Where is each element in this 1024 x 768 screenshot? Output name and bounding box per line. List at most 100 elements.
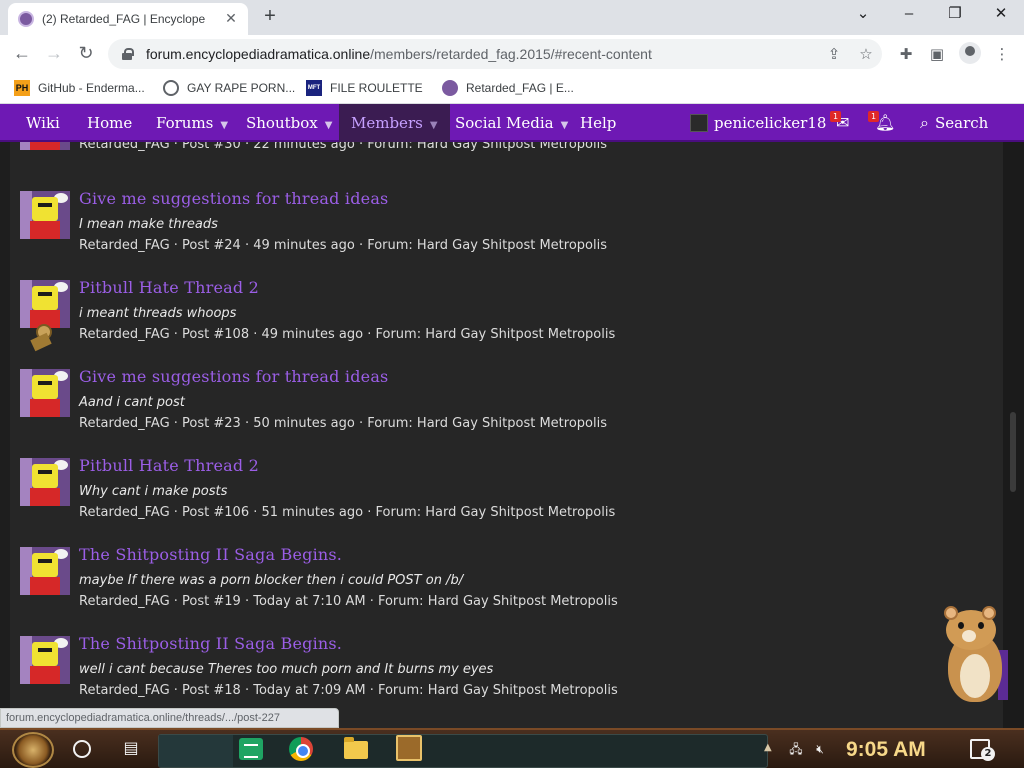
avatar[interactable] xyxy=(20,547,70,595)
windows-taskbar: ▤ ▲ 🖧︎ 🔇︎ 9:05 AM 2 xyxy=(0,728,1024,768)
list-item: The Shitposting II Saga Begins. maybe If… xyxy=(20,545,980,623)
post-meta[interactable]: Retarded_FAG · Post #23 · 50 minutes ago… xyxy=(79,416,607,431)
post-snippet[interactable]: well i cant because Theres too much porn… xyxy=(79,662,493,677)
avatar[interactable] xyxy=(20,369,70,417)
close-tab-icon[interactable]: ✕ xyxy=(222,11,240,27)
inbox-count-badge: 1 xyxy=(830,111,841,122)
post-snippet[interactable]: maybe If there was a porn blocker then i… xyxy=(79,573,463,588)
network-icon[interactable]: 🖧︎ xyxy=(788,742,804,756)
new-tab-button[interactable]: + xyxy=(258,5,282,29)
browser-tab-active[interactable]: (2) Retarded_FAG | Encyclope ✕ xyxy=(8,3,248,35)
nav-forums[interactable]: Forums ▼ xyxy=(156,104,228,142)
game-app-icon[interactable] xyxy=(396,735,422,761)
lock-icon[interactable] xyxy=(122,48,134,60)
post-meta[interactable]: Retarded_FAG · Post #24 · 49 minutes ago… xyxy=(79,238,607,253)
list-item: Give me suggestions for thread ideas Aan… xyxy=(20,367,980,445)
chevron-down-icon: ▼ xyxy=(560,120,569,131)
avatar[interactable] xyxy=(20,191,70,239)
reload-button[interactable]: ↻ xyxy=(73,41,99,67)
minimize-button[interactable]: – xyxy=(886,0,932,30)
bookmark-retarded-fag[interactable]: Retarded_FAG | E... xyxy=(442,78,574,98)
taskbar-clock[interactable]: 9:05 AM xyxy=(846,734,926,766)
post-meta[interactable]: Retarded_FAG · Post #30 · 22 minutes ago… xyxy=(79,142,607,152)
tab-search-icon[interactable]: ⌄ xyxy=(840,0,886,30)
post-snippet[interactable]: Why cant i make posts xyxy=(79,484,227,499)
nav-members[interactable]: Members ▼ xyxy=(339,104,450,142)
bookmarks-bar: PH GitHub - Enderma... GAY RAPE PORN... … xyxy=(0,72,1024,104)
post-snippet[interactable]: I mean make threads xyxy=(79,217,218,232)
start-button[interactable] xyxy=(12,732,54,768)
post-meta[interactable]: Retarded_FAG · Post #108 · 49 minutes ag… xyxy=(79,327,615,342)
notification-count-badge: 2 xyxy=(981,747,995,761)
list-item: Retarded_FAG · Post #30 · 22 minutes ago… xyxy=(20,142,980,160)
post-title-link[interactable]: The Shitposting II Saga Begins. xyxy=(79,545,342,564)
avatar[interactable] xyxy=(20,280,70,328)
side-panel-icon[interactable]: ▣ xyxy=(927,44,947,64)
browser-toolbar: ← → ↻ forum.encyclopediadramatica.online… xyxy=(0,35,1024,72)
list-item: Give me suggestions for thread ideas I m… xyxy=(20,189,980,267)
nav-help[interactable]: Help xyxy=(580,104,616,142)
post-title-link[interactable]: The Shitposting II Saga Begins. xyxy=(79,634,342,653)
volume-muted-icon[interactable]: 🔇︎ xyxy=(812,742,828,756)
avatar[interactable] xyxy=(20,142,70,150)
profile-avatar-icon[interactable] xyxy=(959,42,981,64)
globe-icon xyxy=(163,80,179,96)
inbox-envelope-icon[interactable]: ✉ xyxy=(836,104,849,142)
nav-shoutbox[interactable]: Shoutbox ▼ xyxy=(246,104,332,142)
post-title-link[interactable]: Pitbull Hate Thread 2 xyxy=(79,456,259,475)
address-bar[interactable]: forum.encyclopediadramatica.online/membe… xyxy=(108,39,882,69)
tab-title: (2) Retarded_FAG | Encyclope xyxy=(42,12,206,26)
post-meta[interactable]: Retarded_FAG · Post #19 · Today at 7:10 … xyxy=(79,594,618,609)
tab-strip: (2) Retarded_FAG | Encyclope ✕ + ⌄ – ❐ ✕ xyxy=(0,0,1024,35)
forward-button[interactable]: → xyxy=(41,41,67,67)
back-button[interactable]: ← xyxy=(9,41,35,67)
post-title-link[interactable]: Pitbull Hate Thread 2 xyxy=(79,278,259,297)
cortana-search-icon[interactable] xyxy=(73,740,91,758)
close-window-button[interactable]: ✕ xyxy=(978,0,1024,30)
post-title-link[interactable]: Give me suggestions for thread ideas xyxy=(79,367,388,386)
nav-home[interactable]: Home xyxy=(87,104,132,142)
alerts-count-badge: 1 xyxy=(868,111,879,122)
google-sheets-icon[interactable] xyxy=(239,738,263,760)
mft-favicon-icon: MFT xyxy=(306,80,322,96)
chevron-down-icon: ▼ xyxy=(429,120,438,131)
task-view-icon[interactable]: ▤ xyxy=(121,738,141,758)
nav-search[interactable]: ⌕ Search xyxy=(920,104,988,142)
restore-button[interactable]: ❐ xyxy=(932,0,978,30)
post-meta[interactable]: Retarded_FAG · Post #106 · 51 minutes ag… xyxy=(79,505,615,520)
list-item: The Shitposting II Saga Begins. well i c… xyxy=(20,634,980,712)
list-item: Pitbull Hate Thread 2 Why cant i make po… xyxy=(20,456,980,534)
avatar[interactable] xyxy=(20,636,70,684)
tray-overflow-icon[interactable]: ▲ xyxy=(764,742,772,753)
avatar[interactable] xyxy=(20,458,70,506)
search-icon: ⌕ xyxy=(920,113,929,132)
bookmark-star-icon[interactable]: ☆ xyxy=(856,44,876,64)
bookmark-github[interactable]: PH GitHub - Enderma... xyxy=(14,78,145,98)
bookmark-gay-rape-porn[interactable]: GAY RAPE PORN... xyxy=(163,78,295,98)
user-avatar[interactable] xyxy=(690,114,708,132)
nav-wiki[interactable]: Wiki xyxy=(26,104,60,142)
ph-favicon-icon: PH xyxy=(14,80,30,96)
recent-content-list: Retarded_FAG · Post #30 · 22 minutes ago… xyxy=(10,142,1003,728)
post-meta[interactable]: Retarded_FAG · Post #18 · Today at 7:09 … xyxy=(79,683,618,698)
alerts-bell-icon[interactable]: 🔔︎ xyxy=(875,104,895,142)
share-icon[interactable]: ⇪ xyxy=(824,44,844,64)
chevron-down-icon: ▼ xyxy=(220,120,229,131)
extensions-icon[interactable]: ✚ xyxy=(896,44,916,64)
nav-username[interactable]: penicelicker18 xyxy=(714,104,826,142)
chrome-icon[interactable] xyxy=(289,737,313,761)
sticker-icon xyxy=(30,324,52,350)
file-explorer-icon[interactable] xyxy=(344,737,368,759)
menu-kebab-icon[interactable]: ⋮ xyxy=(992,44,1012,64)
bookmark-file-roulette[interactable]: MFT FILE ROULETTE xyxy=(306,78,423,98)
ed-favicon-icon xyxy=(18,11,34,27)
post-title-link[interactable]: Give me suggestions for thread ideas xyxy=(79,189,388,208)
post-snippet[interactable]: Aand i cant post xyxy=(79,395,185,410)
hamster-desktop-pet[interactable] xyxy=(940,604,1008,708)
url-text[interactable]: forum.encyclopediadramatica.online/membe… xyxy=(146,46,652,62)
nav-social-media[interactable]: Social Media ▼ xyxy=(455,104,568,142)
scrollbar-thumb[interactable] xyxy=(1010,412,1016,492)
site-navigation: Wiki Home Forums ▼ Shoutbox ▼ Members ▼ Soc… xyxy=(0,104,1024,142)
list-item: Pitbull Hate Thread 2 i meant threads wh… xyxy=(20,278,980,356)
post-snippet[interactable]: i meant threads whoops xyxy=(79,306,236,321)
